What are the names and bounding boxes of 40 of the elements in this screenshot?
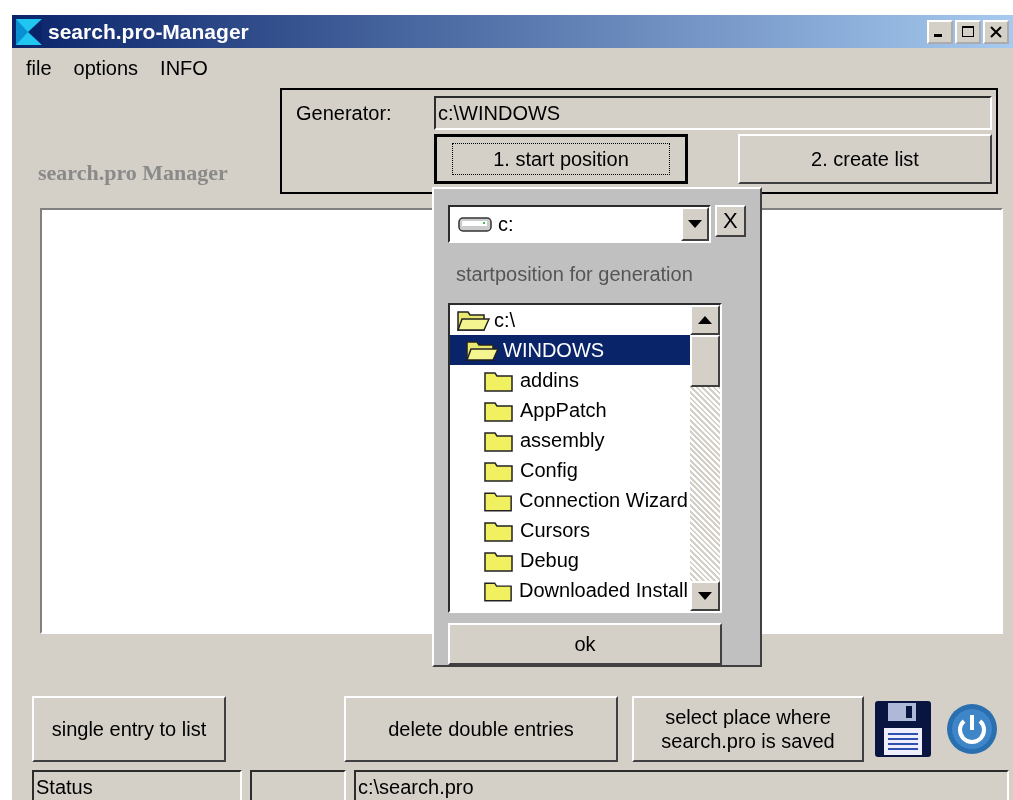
menu-item[interactable]: file (26, 56, 52, 80)
generator-button[interactable]: 2. create list (738, 134, 992, 184)
scroll-up-icon[interactable] (698, 316, 712, 324)
generator-button[interactable]: 1. start position (434, 134, 688, 184)
drive-dropdown[interactable]: c: (448, 205, 711, 243)
folder-name[interactable]: Connection Wizard (517, 488, 690, 512)
power-icon[interactable] (946, 703, 998, 755)
folder-name[interactable]: Downloaded Install (517, 578, 690, 602)
folder-name[interactable]: addins (518, 368, 581, 392)
window-title: search.pro-Manager (48, 19, 249, 44)
minimize-button[interactable] (927, 19, 953, 44)
ok-button[interactable]: ok (448, 623, 722, 665)
app-label: search.pro Manager (37, 160, 229, 187)
maximize-button[interactable] (955, 19, 981, 44)
app-icon (16, 18, 42, 45)
delete-duplicates-button[interactable]: delete double entries (344, 696, 618, 762)
path-field: c:\WINDOWS (434, 96, 992, 130)
maximize-icon (961, 24, 975, 39)
status-text: Status (32, 770, 242, 800)
folder-name[interactable]: c:\ (492, 308, 518, 332)
close-icon (989, 24, 1003, 39)
minimize-icon (934, 34, 942, 37)
folder-name[interactable]: Cursors (518, 518, 592, 542)
generator-label: Generator: (296, 101, 393, 125)
close-popup-button[interactable]: X (714, 205, 746, 237)
menu-item[interactable]: INFO (160, 56, 208, 80)
scroll-down-icon[interactable] (698, 592, 712, 600)
close-button[interactable] (983, 19, 1009, 44)
folder-name[interactable]: AppPatch (518, 398, 609, 422)
drive-icon (458, 215, 492, 233)
single-entry-button[interactable]: single entry to list (32, 696, 226, 762)
scroll-thumb[interactable] (690, 335, 720, 387)
folder-name[interactable]: Debug (518, 548, 581, 572)
menu-item[interactable]: options (73, 56, 139, 80)
dropdown-arrow-icon (687, 220, 702, 228)
popup-label: startposition for generation (456, 263, 694, 287)
folder-name[interactable]: Config (518, 458, 580, 482)
status-path: c:\search.pro (354, 770, 1009, 800)
save-location-button[interactable]: select place where search.pro is saved (632, 696, 864, 762)
folder-name[interactable]: assembly (518, 428, 607, 452)
